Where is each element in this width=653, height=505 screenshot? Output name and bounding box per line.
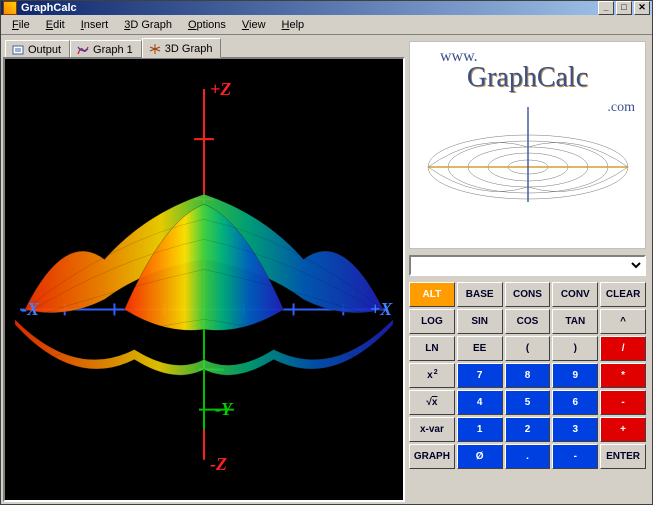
neg-key[interactable]: - [552,444,598,469]
axis-label-neg-x: -X [21,299,39,320]
clear-key[interactable]: CLEAR [600,282,646,307]
minimize-button[interactable]: _ [598,1,614,15]
maximize-button[interactable]: □ [616,1,632,15]
logo-area: www. GraphCalc .com [409,41,646,249]
close-button[interactable]: ✕ [634,1,650,15]
4-key[interactable]: 4 [457,390,503,415]
right-pane: www. GraphCalc .com [405,37,650,502]
tab-label: 3D Graph [165,43,213,55]
tab-label: Output [28,44,61,56]
graph3d-icon [149,43,161,55]
7-key[interactable]: 7 [457,363,503,388]
tab-output[interactable]: Output [5,40,70,58]
output-icon [12,44,24,56]
minus-key[interactable]: - [600,390,646,415]
graph-3d-canvas [5,59,403,500]
menu-help[interactable]: Help [275,17,312,33]
3-key[interactable]: 3 [552,417,598,442]
dot-key[interactable]: . [505,444,551,469]
xvar-key[interactable]: x-var [409,417,455,442]
power-key[interactable]: ^ [600,309,646,334]
log-key[interactable]: LOG [409,309,455,334]
keypad: ALTBASECONSCONVCLEAR LOGSINCOSTAN^ LNEE()/… [409,282,646,469]
cons-key[interactable]: CONS [505,282,551,307]
logo-graphic [418,92,638,212]
axis-label-neg-z: -Z [210,454,227,475]
square-key[interactable]: x2 [409,363,455,388]
tab-label: Graph 1 [93,44,133,56]
1-key[interactable]: 1 [457,417,503,442]
window-title: GraphCalc [21,2,598,14]
9-key[interactable]: 9 [552,363,598,388]
cos-key[interactable]: COS [505,309,551,334]
zero-key[interactable]: Ø [457,444,503,469]
menu-insert[interactable]: Insert [74,17,116,33]
axis-label-pos-x: +X [370,299,392,320]
multiply-key[interactable]: * [600,363,646,388]
menu-view[interactable]: View [235,17,273,33]
menu-edit[interactable]: Edit [39,17,72,33]
2-key[interactable]: 2 [505,417,551,442]
alt-key[interactable]: ALT [409,282,455,307]
base-key[interactable]: BASE [457,282,503,307]
lparen-key[interactable]: ( [505,336,551,361]
tan-key[interactable]: TAN [552,309,598,334]
sin-key[interactable]: SIN [457,309,503,334]
5-key[interactable]: 5 [505,390,551,415]
8-key[interactable]: 8 [505,363,551,388]
tab-graph-1[interactable]: Graph 1 [70,40,142,58]
ln-key[interactable]: LN [409,336,455,361]
expression-input[interactable] [409,255,646,276]
graph2d-icon [77,44,89,56]
menu-options[interactable]: Options [181,17,233,33]
tab-strip: Output Graph 1 3D Graph [3,37,405,57]
ee-key[interactable]: EE [457,336,503,361]
menu-file[interactable]: File [5,17,37,33]
rparen-key[interactable]: ) [552,336,598,361]
menu-3d-graph[interactable]: 3D Graph [117,17,179,33]
graph-key[interactable]: GRAPH [409,444,455,469]
app-window: GraphCalc _ □ ✕ FileEditInsert3D GraphOp… [0,0,653,505]
graph-3d-view[interactable]: +Z -Z +X -X -Y [3,57,405,502]
enter-key[interactable]: ENTER [600,444,646,469]
logo-com: .com [607,100,635,116]
plus-key[interactable]: + [600,417,646,442]
left-pane: Output Graph 1 3D Graph [3,37,405,502]
axis-label-pos-z: +Z [210,79,231,100]
menubar: FileEditInsert3D GraphOptionsViewHelp [1,15,652,35]
conv-key[interactable]: CONV [552,282,598,307]
expression-input-row [409,255,646,276]
axis-label-neg-y: -Y [215,399,232,420]
6-key[interactable]: 6 [552,390,598,415]
titlebar: GraphCalc _ □ ✕ [1,1,652,15]
logo-name: GraphCalc [467,62,588,94]
sqrt-key[interactable]: √x [409,390,455,415]
divide-key[interactable]: / [600,336,646,361]
app-icon [3,1,17,15]
tab-3d-graph[interactable]: 3D Graph [142,38,222,58]
